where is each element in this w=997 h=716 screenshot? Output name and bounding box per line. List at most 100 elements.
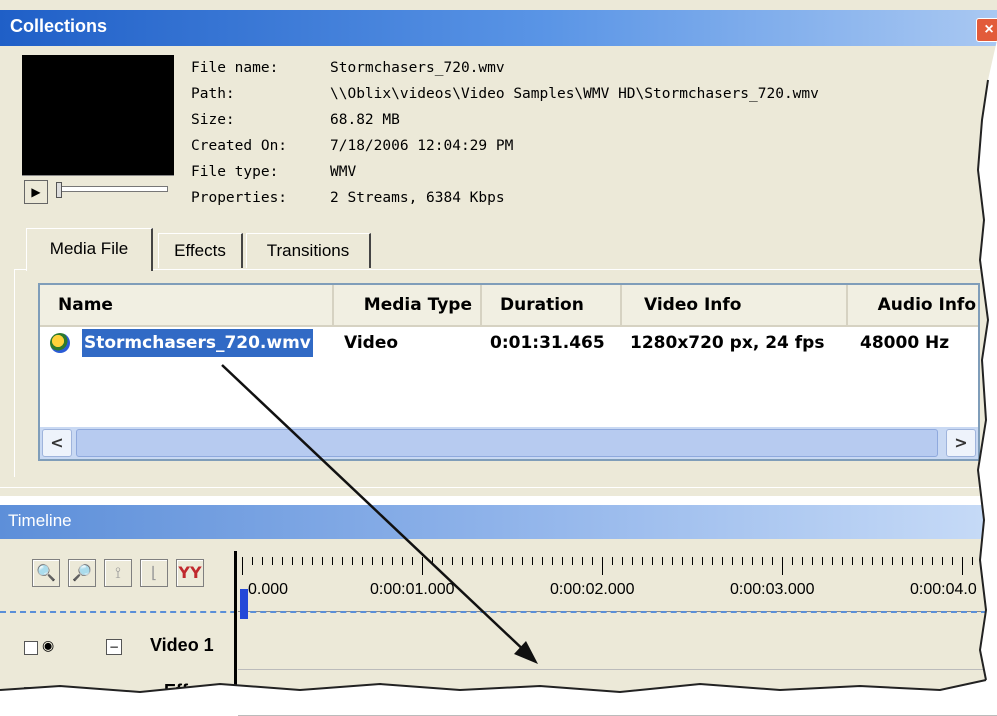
ruler-tick xyxy=(482,557,483,565)
ruler-tick xyxy=(932,557,933,565)
ruler-tick xyxy=(722,557,723,565)
cell-video-info: 1280x720 px, 24 fps xyxy=(630,333,825,353)
ruler-tick xyxy=(792,557,793,565)
zoom-in-icon[interactable]: 🔍 xyxy=(32,559,60,587)
track-header-divider[interactable] xyxy=(234,551,237,711)
ruler-tick xyxy=(632,557,633,565)
info-value-filetype: WMV xyxy=(330,164,357,180)
ruler-tick xyxy=(552,557,553,565)
eye-icon[interactable]: ◉ xyxy=(42,684,54,700)
ruler-tick xyxy=(312,557,313,565)
ruler-tick xyxy=(752,557,753,565)
trim-icon[interactable]: ⌊ xyxy=(140,559,168,587)
ruler-label: 0:00:01.000 xyxy=(370,581,455,598)
ruler-tick xyxy=(642,557,643,565)
column-header-video-info[interactable]: Video Info xyxy=(622,285,848,325)
split-icon[interactable]: ⟟ xyxy=(104,559,132,587)
track-checkbox[interactable] xyxy=(24,687,38,701)
column-header-media-type[interactable]: Media Type xyxy=(334,285,482,325)
ruler-tick xyxy=(332,557,333,565)
ruler-tick xyxy=(682,557,683,565)
ruler-tick xyxy=(592,557,593,565)
tab-effects[interactable]: Effects xyxy=(158,233,243,268)
preview-controls: ▶ xyxy=(22,175,174,206)
media-list: Name Media Type Duration Video Info Audi… xyxy=(38,283,980,461)
ruler-tick xyxy=(272,557,273,565)
track-lane-effect[interactable] xyxy=(238,675,997,716)
ruler-tick xyxy=(912,557,913,565)
markers-icon[interactable]: ΥΥ xyxy=(176,559,204,587)
info-value-size: 68.82 MB xyxy=(330,112,400,128)
seek-thumb[interactable] xyxy=(56,182,62,198)
ruler-tick xyxy=(652,557,653,565)
zoom-out-icon[interactable]: 🔎 xyxy=(68,559,96,587)
track-label: Effect xyxy=(164,681,215,701)
ruler-tick xyxy=(672,557,673,565)
playhead[interactable] xyxy=(240,589,248,619)
cell-duration: 0:01:31.465 xyxy=(490,333,605,353)
column-header-name[interactable]: Name xyxy=(40,285,334,325)
ruler-label: 0:00:02.000 xyxy=(550,581,635,598)
timeline-guide xyxy=(0,611,997,613)
play-icon[interactable]: ▶ xyxy=(24,180,48,204)
ruler-tick xyxy=(422,557,423,575)
ruler-tick xyxy=(812,557,813,565)
info-value-created: 7/18/2006 12:04:29 PM xyxy=(330,138,514,154)
collapse-icon[interactable]: − xyxy=(106,639,122,655)
ruler-tick xyxy=(362,557,363,565)
track-checkbox[interactable] xyxy=(24,641,38,655)
tab-media-file[interactable]: Media File xyxy=(26,228,153,271)
ruler-tick xyxy=(902,557,903,565)
scroll-left-icon[interactable]: < xyxy=(42,429,72,457)
track-effect: ◉ Effect xyxy=(0,675,234,715)
ruler-tick xyxy=(382,557,383,565)
ruler-tick xyxy=(842,557,843,565)
cell-audio-info: 48000 Hz xyxy=(860,333,950,353)
collections-panel: Collections × ▶ File name: Path: Size: C… xyxy=(0,0,997,487)
info-label-created: Created On: xyxy=(191,138,288,154)
ruler-tick xyxy=(322,557,323,565)
collections-title: Collections xyxy=(10,16,108,36)
seek-bar[interactable] xyxy=(56,186,168,192)
ruler-tick xyxy=(972,557,973,565)
tab-transitions[interactable]: Transitions xyxy=(246,233,371,268)
ruler-tick xyxy=(412,557,413,565)
ruler-tick xyxy=(292,557,293,565)
timeline-titlebar: Timeline xyxy=(0,505,997,539)
track-lane-video-1[interactable] xyxy=(238,629,997,670)
eye-icon[interactable]: ◉ xyxy=(42,638,54,654)
cell-name[interactable]: Stormchasers_720.wmv xyxy=(82,329,313,357)
info-label-filetype: File type: xyxy=(191,164,279,180)
ruler-tick xyxy=(462,557,463,565)
ruler-tick xyxy=(242,557,243,575)
column-header-duration[interactable]: Duration xyxy=(482,285,622,325)
ruler-tick xyxy=(702,557,703,565)
ruler-tick xyxy=(692,557,693,565)
ruler-tick xyxy=(742,557,743,565)
table-row[interactable]: Stormchasers_720.wmv Video 0:01:31.465 1… xyxy=(40,327,978,359)
ruler-tick xyxy=(372,557,373,565)
ruler-tick xyxy=(342,557,343,565)
ruler-label: 0:00:03.000 xyxy=(730,581,815,598)
scroll-right-icon[interactable]: > xyxy=(946,429,976,457)
close-button[interactable]: × xyxy=(976,18,997,42)
track-video-1: ◉ − Video 1 xyxy=(0,629,234,669)
time-ruler[interactable]: 0.000 0:00:01.000 0:00:02.000 0:00:03.00… xyxy=(238,551,997,612)
ruler-tick xyxy=(432,557,433,565)
media-file-icon xyxy=(50,333,70,353)
ruler-tick xyxy=(832,557,833,565)
ruler-tick xyxy=(562,557,563,565)
ruler-tick xyxy=(502,557,503,565)
cell-media-type: Video xyxy=(344,333,399,353)
panel-divider[interactable] xyxy=(0,487,997,496)
ruler-tick xyxy=(522,557,523,565)
ruler-tick xyxy=(852,557,853,565)
ruler-tick xyxy=(252,557,253,565)
info-value-filename: Stormchasers_720.wmv xyxy=(330,60,505,76)
ruler-tick xyxy=(282,557,283,565)
track-label: Video 1 xyxy=(150,635,214,655)
ruler-tick xyxy=(962,557,963,575)
scroll-thumb[interactable] xyxy=(76,429,938,457)
horizontal-scrollbar[interactable]: < > xyxy=(40,427,978,459)
column-header-audio-info[interactable]: Audio Info xyxy=(848,285,978,325)
